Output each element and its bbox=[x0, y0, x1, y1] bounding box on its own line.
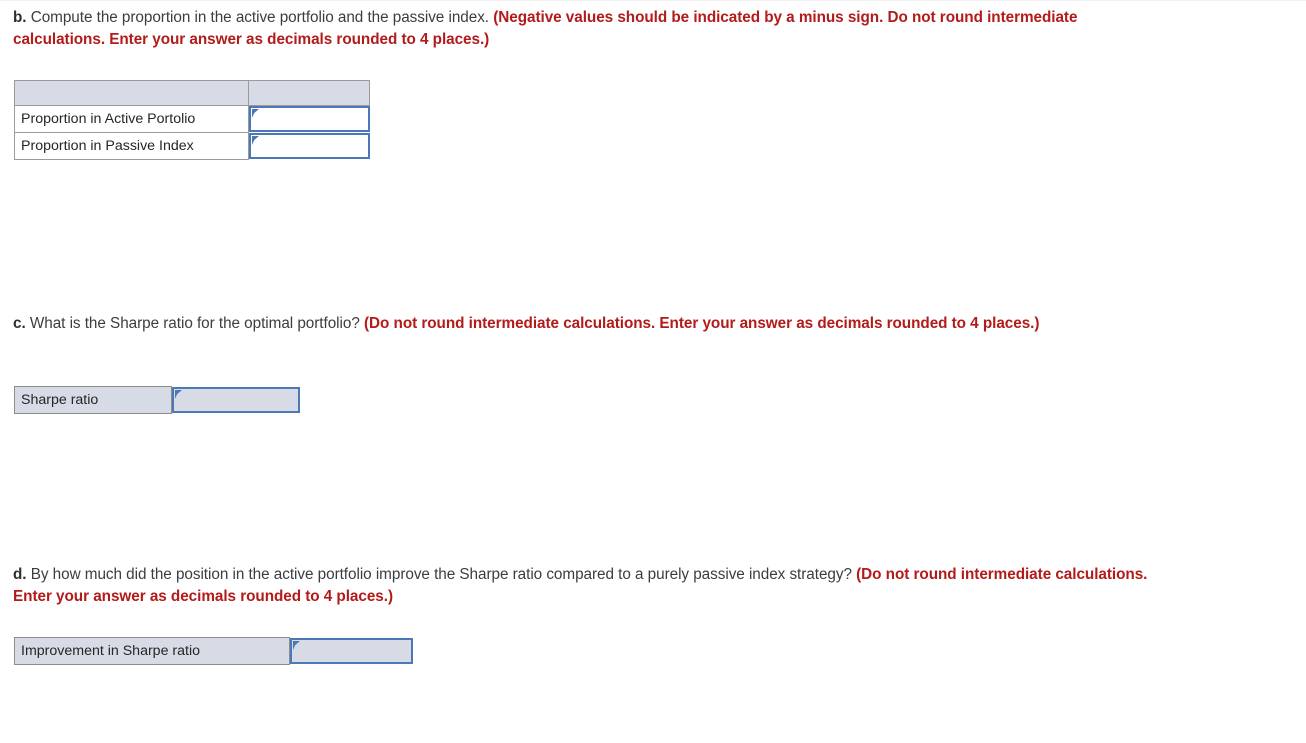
proportions-answer-table: Proportion in Active Portolio Proportion… bbox=[14, 80, 370, 160]
sharpe-ratio-answer-table: Sharpe ratio bbox=[14, 386, 300, 414]
cursor-marker-icon bbox=[252, 136, 259, 145]
question-b-text: b. Compute the proportion in the active … bbox=[13, 7, 1133, 51]
cursor-marker-icon bbox=[175, 390, 182, 399]
proportion-active-portfolio-cell bbox=[249, 106, 370, 133]
question-d-text: d. By how much did the position in the a… bbox=[13, 564, 1153, 608]
question-d-letter: d. bbox=[13, 566, 27, 583]
proportion-active-portfolio-label: Proportion in Active Portolio bbox=[14, 105, 249, 133]
sharpe-ratio-input[interactable] bbox=[172, 387, 300, 413]
proportions-header-label-cell bbox=[14, 80, 249, 106]
question-b-prompt: Compute the proportion in the active por… bbox=[26, 9, 494, 26]
page-top-divider bbox=[0, 0, 1306, 1]
proportions-header-value-cell bbox=[248, 80, 370, 106]
improvement-answer-table: Improvement in Sharpe ratio bbox=[14, 637, 413, 665]
proportion-active-portfolio-input[interactable] bbox=[249, 106, 370, 133]
improvement-sharpe-ratio-label: Improvement in Sharpe ratio bbox=[14, 637, 290, 665]
proportion-passive-index-input[interactable] bbox=[249, 133, 370, 159]
question-c-instruction: (Do not round intermediate calculations.… bbox=[363, 315, 1040, 332]
question-b-letter: b. bbox=[13, 9, 27, 26]
question-c-text: c. What is the Sharpe ratio for the opti… bbox=[13, 313, 1093, 335]
improvement-sharpe-ratio-input[interactable] bbox=[290, 638, 413, 664]
table-header-row bbox=[14, 80, 370, 106]
proportion-passive-index-cell bbox=[249, 133, 370, 160]
table-row: Proportion in Passive Index bbox=[14, 132, 370, 160]
question-d-prompt: By how much did the position in the acti… bbox=[26, 566, 857, 583]
table-row: Improvement in Sharpe ratio bbox=[14, 637, 413, 665]
question-c-letter: c. bbox=[13, 315, 26, 332]
cursor-marker-icon bbox=[252, 109, 259, 119]
cursor-marker-icon bbox=[293, 641, 300, 650]
sharpe-ratio-label: Sharpe ratio bbox=[14, 386, 172, 414]
question-c-prompt: What is the Sharpe ratio for the optimal… bbox=[25, 315, 364, 332]
improvement-sharpe-ratio-cell bbox=[290, 638, 413, 665]
proportion-passive-index-label: Proportion in Passive Index bbox=[14, 132, 249, 160]
table-row: Proportion in Active Portolio bbox=[14, 105, 370, 133]
table-row: Sharpe ratio bbox=[14, 386, 300, 414]
sharpe-ratio-cell bbox=[172, 387, 300, 414]
